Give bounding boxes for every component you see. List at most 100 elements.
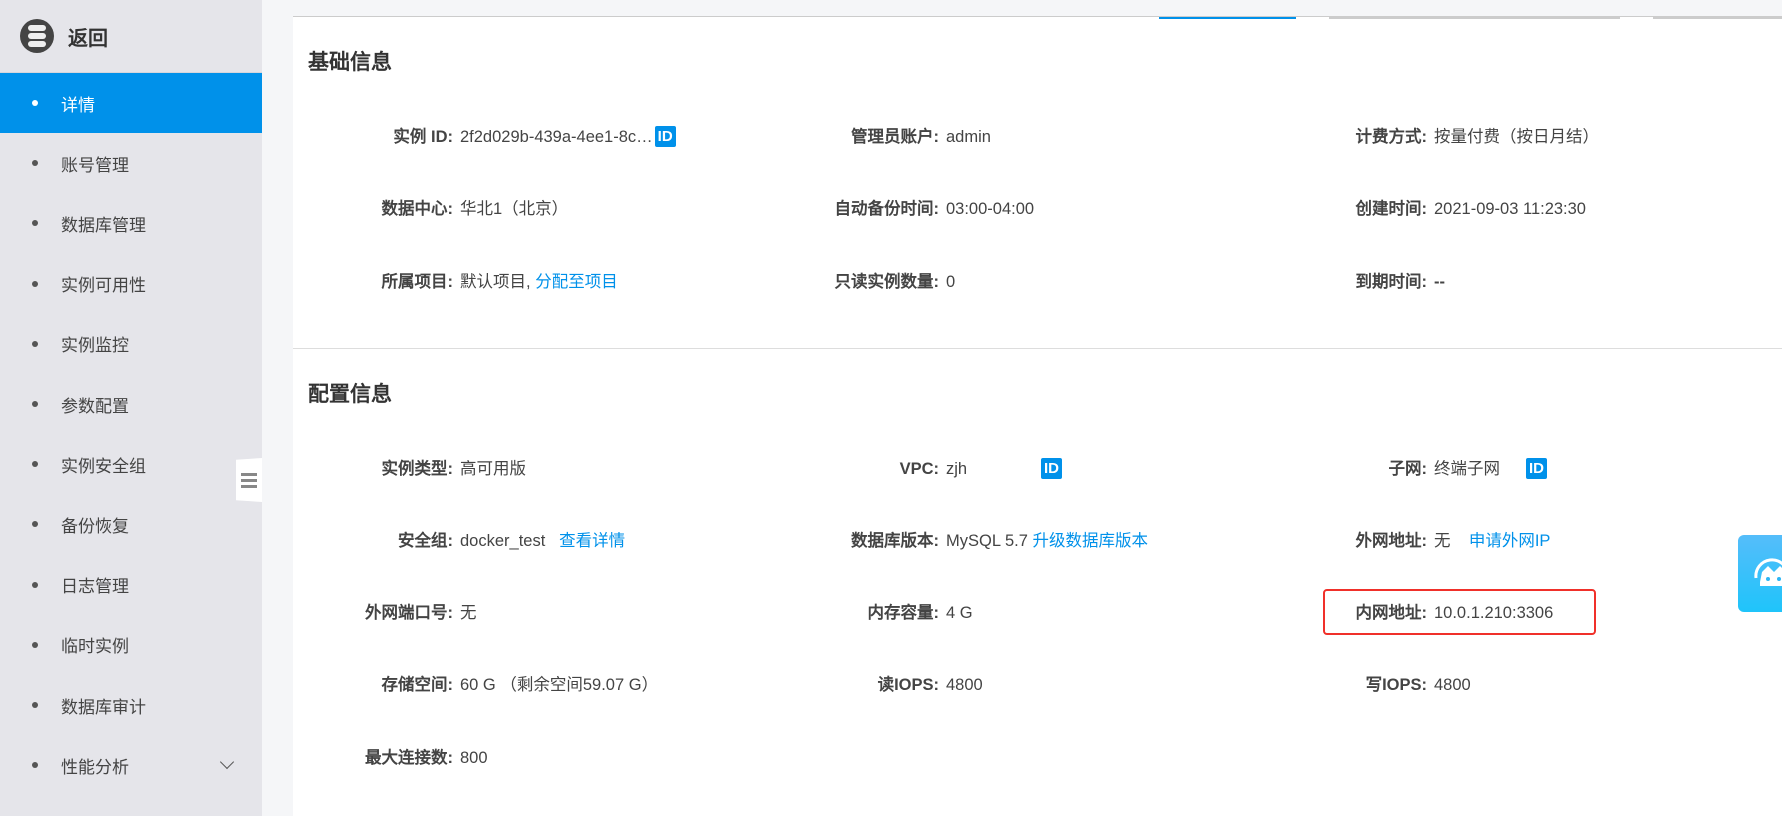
sidebar-item-label: 实例可用性 bbox=[61, 276, 146, 296]
bullet-icon bbox=[32, 220, 38, 227]
field-datacenter: 数据中心: 华北1（北京） bbox=[382, 197, 569, 221]
sidebar-item[interactable]: 数据库管理 bbox=[0, 193, 262, 253]
sidebar-item-label: 数据库审计 bbox=[61, 697, 146, 717]
field-value: 按量付费（按日月结） bbox=[1434, 128, 1599, 146]
sidebar-item[interactable]: 参数配置 bbox=[0, 374, 262, 434]
field-value: 2f2d029b-439a-4ee1-8c… bbox=[460, 128, 653, 146]
field-expire: 到期时间: -- bbox=[1356, 270, 1446, 294]
customer-service-button[interactable] bbox=[1738, 535, 1782, 612]
field-write-iops: 写IOPS: 4800 bbox=[1366, 673, 1471, 697]
field-label: 只读实例数量: bbox=[834, 273, 940, 291]
sidebar-item[interactable]: 账号管理 bbox=[0, 133, 262, 193]
sidebar-item-label: 实例监控 bbox=[61, 336, 129, 356]
apply-public-ip-link[interactable]: 申请外网IP bbox=[1469, 532, 1551, 550]
field-read-iops: 读IOPS: 4800 bbox=[878, 673, 983, 697]
bullet-icon bbox=[32, 280, 38, 287]
bullet-icon bbox=[32, 581, 38, 588]
chevron-down-icon[interactable] bbox=[219, 755, 235, 770]
field-created: 创建时间: 2021-09-03 11:23:30 bbox=[1356, 197, 1587, 221]
field-value: 终端子网 bbox=[1434, 460, 1500, 478]
field-value: 高可用版 bbox=[460, 460, 526, 478]
sidebar-item[interactable]: 日志管理 bbox=[0, 555, 262, 615]
field-value: 无 bbox=[460, 604, 477, 622]
field-label: 创建时间: bbox=[1355, 200, 1428, 218]
field-max-connections: 最大连接数: 800 bbox=[365, 746, 488, 770]
sidebar-item-label: 详情 bbox=[61, 95, 95, 115]
field-label: 读IOPS: bbox=[877, 676, 939, 694]
top-button[interactable] bbox=[1329, 17, 1620, 19]
sidebar-item[interactable]: 实例可用性 bbox=[0, 254, 262, 314]
field-label: 安全组: bbox=[398, 532, 453, 550]
top-primary-button[interactable] bbox=[1159, 17, 1296, 19]
field-instance-id: 实例 ID: 2f2d029b-439a-4ee1-8c… ID bbox=[393, 125, 676, 149]
bullet-icon bbox=[32, 762, 38, 769]
sidebar-item[interactable]: 数据库审计 bbox=[0, 675, 262, 735]
sidebar-item-label: 数据库管理 bbox=[61, 215, 146, 235]
view-details-link[interactable]: 查看详情 bbox=[559, 532, 625, 550]
field-label: 到期时间: bbox=[1355, 273, 1428, 291]
chat-bot-icon bbox=[1754, 557, 1782, 586]
field-label: 内存容量: bbox=[867, 604, 940, 622]
bullet-icon bbox=[32, 100, 38, 106]
field-subnet: 子网: 终端子网 ID bbox=[1389, 457, 1547, 481]
bullet-icon bbox=[32, 160, 38, 167]
sidebar-item-label: 性能分析 bbox=[61, 757, 129, 777]
field-public-ip: 外网地址: 无 申请外网IP bbox=[1356, 529, 1551, 553]
field-label: 实例 ID: bbox=[393, 128, 453, 146]
upgrade-version-link[interactable]: 升级数据库版本 bbox=[1033, 532, 1149, 550]
field-label: 数据库版本: bbox=[851, 532, 939, 550]
sidebar-item-label: 账号管理 bbox=[61, 155, 129, 175]
field-value: admin bbox=[946, 128, 991, 146]
field-value: 60 G （剩余空间59.07 G） bbox=[460, 676, 659, 694]
field-billing: 计费方式: 按量付费（按日月结） bbox=[1356, 125, 1600, 149]
field-value: 4800 bbox=[1434, 676, 1471, 694]
sidebar-item-label: 临时实例 bbox=[61, 637, 129, 657]
sidebar-item[interactable]: 临时实例 bbox=[0, 615, 262, 675]
back-label: 返回 bbox=[68, 27, 108, 50]
bullet-icon bbox=[32, 340, 38, 347]
field-backup-time: 自动备份时间: 03:00-04:00 bbox=[835, 197, 1035, 221]
main-content: 基础信息 实例 ID: 2f2d029b-439a-4ee1-8c… ID 管理员账… bbox=[293, 16, 1782, 816]
sidebar-item[interactable]: 实例安全组 bbox=[0, 434, 262, 494]
field-label: VPC: bbox=[899, 460, 939, 478]
subnet-id-badge[interactable]: ID bbox=[1526, 458, 1547, 479]
sidebar-item[interactable]: 备份恢复 bbox=[0, 494, 262, 554]
field-storage: 存储空间: 60 G （剩余空间59.07 G） bbox=[382, 673, 659, 697]
sidebar-item[interactable]: 性能分析 bbox=[0, 735, 262, 795]
vpc-id-badge[interactable]: ID bbox=[1041, 458, 1062, 479]
field-project: 所属项目: 默认项目, 分配至项目 bbox=[382, 270, 618, 294]
sidebar-item[interactable]: 详情 bbox=[0, 73, 262, 133]
copy-id-badge[interactable]: ID bbox=[654, 126, 676, 147]
bullet-icon bbox=[32, 641, 38, 648]
field-value: -- bbox=[1434, 273, 1445, 291]
field-label: 计费方式: bbox=[1355, 128, 1428, 146]
field-value: 800 bbox=[460, 749, 488, 767]
field-label: 管理员账户: bbox=[851, 128, 939, 146]
field-instance-type: 实例类型: 高可用版 bbox=[382, 457, 527, 481]
section-title-basic: 基础信息 bbox=[308, 51, 392, 74]
field-value: zjh bbox=[946, 460, 968, 478]
field-value: 4 G bbox=[946, 604, 973, 622]
database-icon bbox=[20, 19, 54, 53]
field-label: 子网: bbox=[1388, 460, 1428, 478]
bullet-icon bbox=[32, 461, 38, 468]
field-value: MySQL 5.7 bbox=[946, 532, 1028, 550]
sidebar-item-label: 实例安全组 bbox=[61, 456, 146, 476]
sidebar-item[interactable]: 实例监控 bbox=[0, 314, 262, 374]
sidebar-item-label: 日志管理 bbox=[61, 577, 129, 597]
field-label: 写IOPS: bbox=[1365, 676, 1427, 694]
field-value: 无 bbox=[1434, 532, 1451, 550]
field-label: 数据中心: bbox=[381, 200, 454, 218]
field-label: 外网端口号: bbox=[365, 604, 453, 622]
top-button[interactable] bbox=[1653, 17, 1782, 19]
bullet-icon bbox=[32, 702, 38, 708]
field-value: 0 bbox=[946, 273, 956, 291]
collapse-sidebar-icon[interactable] bbox=[236, 458, 262, 502]
back-button[interactable]: 返回 bbox=[0, 0, 262, 73]
field-value: 默认项目, bbox=[460, 273, 531, 291]
sidebar-item-label: 参数配置 bbox=[61, 396, 129, 416]
field-public-port: 外网端口号: 无 bbox=[365, 601, 477, 625]
field-value: 4800 bbox=[946, 676, 983, 694]
field-admin: 管理员账户: admin bbox=[851, 125, 991, 149]
assign-project-link[interactable]: 分配至项目 bbox=[535, 273, 618, 291]
